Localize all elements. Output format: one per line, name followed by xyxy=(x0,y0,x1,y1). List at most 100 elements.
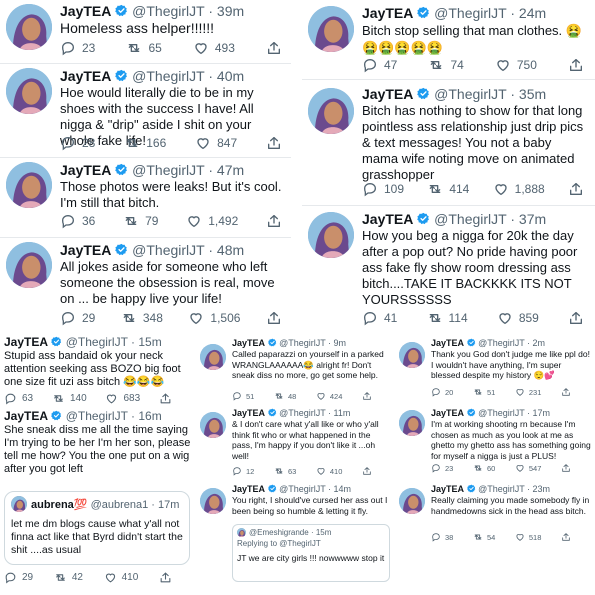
timestamp[interactable]: 23m xyxy=(533,484,551,494)
timestamp[interactable]: 2m xyxy=(533,338,546,348)
display-name[interactable]: aubrena💯 xyxy=(31,499,88,511)
handle[interactable]: @ThegirlJT xyxy=(132,242,204,258)
avatar[interactable] xyxy=(399,488,425,514)
handle[interactable]: @Emeshigrande xyxy=(249,528,309,537)
reply-button[interactable]: 23 xyxy=(431,463,453,473)
timestamp[interactable]: 15m xyxy=(138,335,161,349)
like-button[interactable]: 231 xyxy=(515,387,541,397)
tweet-handmedowns[interactable]: JayTEA @ThegirlJT · 23m Really claiming … xyxy=(397,482,595,552)
handle[interactable]: @ThegirlJT xyxy=(132,3,204,19)
like-button[interactable]: 410 xyxy=(316,466,342,476)
like-button[interactable]: 410 xyxy=(104,571,138,584)
display-name[interactable]: JayTEA xyxy=(60,162,111,178)
reply-button[interactable]: 12 xyxy=(232,466,254,476)
timestamp[interactable]: 35m xyxy=(519,86,546,102)
replying-to[interactable]: Replying to @ThegirlJT xyxy=(237,539,387,549)
timestamp[interactable]: 17m xyxy=(533,408,551,418)
avatar[interactable] xyxy=(200,488,226,514)
avatar[interactable] xyxy=(399,342,425,368)
handle[interactable]: @ThegirlJT xyxy=(279,408,325,418)
handle[interactable]: @ThegirlJT xyxy=(132,162,204,178)
reply-button[interactable]: 28 xyxy=(60,135,95,151)
share-button[interactable] xyxy=(568,310,584,326)
share-button[interactable] xyxy=(159,392,172,405)
tweet-paparazzi[interactable]: JayTEA @ThegirlJT · 9m Called paparazzi … xyxy=(198,336,395,404)
handle[interactable]: @ThegirlJT xyxy=(478,408,524,418)
handle[interactable]: @ThegirlJT xyxy=(478,338,524,348)
tweet-sneak-diss[interactable]: JayTEA @ThegirlJT · 16m She sneak diss m… xyxy=(0,407,195,595)
tweet-hoe[interactable]: JayTEA @ThegirlJT · 40m Hoe would litera… xyxy=(0,64,290,156)
like-button[interactable]: 1,506 xyxy=(188,310,240,326)
handle[interactable]: @ThegirlJT xyxy=(279,338,325,348)
tweet-bandaid[interactable]: JayTEA @ThegirlJT · 15m Stupid ass banda… xyxy=(0,333,195,407)
avatar[interactable] xyxy=(6,162,52,208)
retweet-button[interactable]: 140 xyxy=(52,392,87,405)
reply-button[interactable]: 63 xyxy=(4,392,33,405)
quoted-tweet[interactable]: aubrena💯 @aubrena1 · 17m let me dm blogs… xyxy=(4,491,190,565)
handle[interactable]: @ThegirlJT xyxy=(434,5,506,21)
reply-button[interactable]: 38 xyxy=(431,532,453,542)
share-button[interactable] xyxy=(568,181,584,197)
retweet-button[interactable]: 348 xyxy=(121,310,163,326)
retweet-button[interactable]: 54 xyxy=(473,532,495,542)
retweet-button[interactable]: 60 xyxy=(473,463,495,473)
display-name[interactable]: JayTEA xyxy=(431,338,464,348)
share-button[interactable] xyxy=(362,391,372,401)
share-button[interactable] xyxy=(159,571,172,584)
share-button[interactable] xyxy=(561,387,571,397)
display-name[interactable]: JayTEA xyxy=(431,408,464,418)
reply-button[interactable]: 23 xyxy=(60,40,95,56)
tweet-you-right[interactable]: JayTEA @ThegirlJT · 14m You right, I sho… xyxy=(198,482,395,595)
reply-button[interactable]: 29 xyxy=(4,571,33,584)
display-name[interactable]: JayTEA xyxy=(431,484,464,494)
retweet-button[interactable]: 414 xyxy=(427,181,469,197)
like-button[interactable]: 750 xyxy=(495,57,537,73)
avatar[interactable] xyxy=(6,242,52,288)
avatar[interactable] xyxy=(6,4,52,50)
share-button[interactable] xyxy=(266,135,282,151)
timestamp[interactable]: 16m xyxy=(138,409,161,423)
reply-button[interactable]: 41 xyxy=(362,310,397,326)
timestamp[interactable]: 37m xyxy=(519,211,546,227)
avatar[interactable] xyxy=(308,88,354,134)
share-button[interactable] xyxy=(561,532,571,542)
retweet-button[interactable]: 51 xyxy=(473,387,495,397)
tweet-jokes-aside[interactable]: JayTEA @ThegirlJT · 48m All jokes aside … xyxy=(0,238,290,330)
share-button[interactable] xyxy=(266,213,282,229)
display-name[interactable]: JayTEA xyxy=(232,338,265,348)
timestamp[interactable]: 40m xyxy=(217,68,244,84)
handle[interactable]: @ThegirlJT xyxy=(434,211,506,227)
reply-button[interactable]: 51 xyxy=(232,391,254,401)
avatar[interactable] xyxy=(308,6,354,52)
like-button[interactable]: 493 xyxy=(193,40,235,56)
avatar[interactable] xyxy=(200,412,226,438)
reply-button[interactable]: 36 xyxy=(60,213,95,229)
tweet-dont-care[interactable]: JayTEA @ThegirlJT · 11m & I don't care w… xyxy=(198,406,395,480)
display-name[interactable]: JayTEA xyxy=(60,242,111,258)
share-button[interactable] xyxy=(568,57,584,73)
avatar[interactable] xyxy=(200,344,226,370)
timestamp[interactable]: 9m xyxy=(334,338,347,348)
handle[interactable]: @ThegirlJT xyxy=(434,86,506,102)
display-name[interactable]: JayTEA xyxy=(60,3,111,19)
share-button[interactable] xyxy=(561,463,571,473)
timestamp[interactable]: 48m xyxy=(217,242,244,258)
reply-button[interactable]: 109 xyxy=(362,181,404,197)
retweet-button[interactable]: 166 xyxy=(124,135,166,151)
timestamp[interactable]: 24m xyxy=(519,5,546,21)
like-button[interactable]: 859 xyxy=(497,310,539,326)
display-name[interactable]: JayTEA xyxy=(232,484,265,494)
reply-button[interactable]: 47 xyxy=(362,57,397,73)
timestamp[interactable]: 14m xyxy=(334,484,352,494)
avatar[interactable] xyxy=(399,410,425,436)
tweet-thank-you-god[interactable]: JayTEA @ThegirlJT · 2m Thank you God don… xyxy=(397,336,595,404)
avatar[interactable] xyxy=(11,496,27,512)
tweet-beg-20k[interactable]: JayTEA @ThegirlJT · 37m How you beg a ni… xyxy=(302,206,595,330)
tweet-nothing-to-show[interactable]: JayTEA @ThegirlJT · 35m Bitch has nothin… xyxy=(302,80,595,204)
tweet-stop-selling[interactable]: JayTEA @ThegirlJT · 24m Bitch stop selli… xyxy=(302,0,595,78)
display-name[interactable]: JayTEA xyxy=(362,211,413,227)
timestamp[interactable]: 15m xyxy=(316,528,332,537)
tweet-homeless[interactable]: JayTEA @ThegirlJT · 39m Homeless ass hel… xyxy=(0,0,290,62)
like-button[interactable]: 518 xyxy=(515,532,541,542)
handle[interactable]: @ThegirlJT xyxy=(478,484,524,494)
